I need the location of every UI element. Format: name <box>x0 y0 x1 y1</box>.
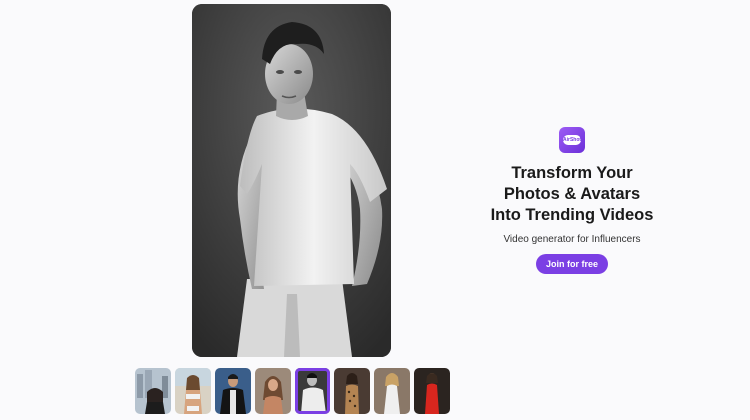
thumbnail-strip <box>135 368 450 414</box>
woman-red-dress-photo-icon <box>414 368 450 414</box>
thumbnail-7[interactable] <box>374 368 411 414</box>
thumbnail-8[interactable] <box>414 368 450 414</box>
woman-beach-photo-icon <box>174 368 211 414</box>
headline-line-1: Transform Your <box>511 164 633 182</box>
man-black-jacket-photo-icon <box>214 368 251 414</box>
man-white-tshirt-photo-icon <box>294 368 331 414</box>
woman-white-dress-photo-icon <box>374 368 411 414</box>
headline-line-2: Photos & Avatars <box>503 185 641 203</box>
thumbnail-5-selected[interactable] <box>294 368 331 414</box>
woman-leopard-dress-photo-icon <box>334 368 371 414</box>
man-white-tshirt-photo-icon <box>192 4 391 357</box>
join-for-free-button[interactable]: Join for free <box>535 254 608 274</box>
hero-video-preview[interactable] <box>192 4 391 357</box>
headline: Transform Your Photos & Avatars Into Tre… <box>471 163 673 226</box>
page: AirShot Transform Your Photos & Avatars … <box>0 0 750 420</box>
subtitle: Video generator for Influencers <box>503 234 641 245</box>
logo-text: AirShot <box>563 135 582 145</box>
airshot-logo-icon: AirShot <box>559 127 585 153</box>
thumbnail-4[interactable] <box>254 368 291 414</box>
thumbnail-6[interactable] <box>334 368 371 414</box>
woman-city-photo-icon <box>135 368 171 414</box>
headline-line-3: Into Trending Videos <box>490 206 654 224</box>
thumbnail-1[interactable] <box>135 368 171 414</box>
thumbnail-3[interactable] <box>214 368 251 414</box>
promo-panel: AirShot Transform Your Photos & Avatars … <box>471 118 673 274</box>
thumbnail-2[interactable] <box>174 368 211 414</box>
woman-portrait-photo-icon <box>254 368 291 414</box>
